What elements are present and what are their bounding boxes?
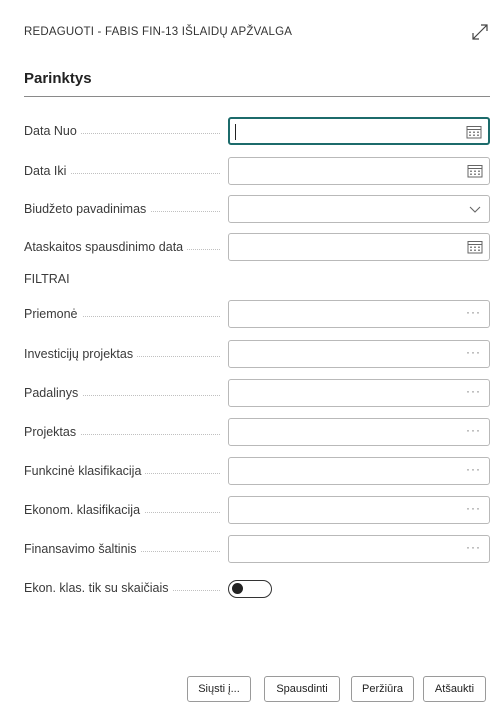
field-label: Priemonė <box>24 307 82 321</box>
calendar-icon[interactable] <box>466 125 482 139</box>
field-row-data-nuo: Data Nuo <box>24 117 490 145</box>
section-divider <box>24 96 490 97</box>
field-label: Data Nuo <box>24 124 81 138</box>
field-label: Ekonom. klasifikacija <box>24 503 145 517</box>
field-row-ekonom: Ekonom. klasifikacija ··· <box>24 496 490 524</box>
section-title: Parinktys <box>24 70 92 87</box>
funkcine-klasifikacija-input[interactable]: ··· <box>228 457 490 485</box>
field-row-investiciju: Investicijų projektas ··· <box>24 340 490 368</box>
field-label: Projektas <box>24 425 81 439</box>
ellipsis-icon[interactable]: ··· <box>466 345 481 359</box>
filters-group-label: FILTRAI <box>24 272 70 286</box>
chevron-down-icon[interactable] <box>467 202 483 216</box>
padalinys-input[interactable]: ··· <box>228 379 490 407</box>
text-caret <box>235 124 236 140</box>
field-row-ekon-klas-toggle: Ekon. klas. tik su skaičiais <box>24 574 490 602</box>
field-row-biudzeto: Biudžeto pavadinimas <box>24 195 490 223</box>
data-nuo-input[interactable] <box>228 117 490 145</box>
finansavimo-saltinis-input[interactable]: ··· <box>228 535 490 563</box>
dialog-title: REDAGUOTI - FABIS FIN-13 IŠLAIDŲ APŽVALG… <box>24 26 293 38</box>
print-button[interactable]: Spausdinti <box>264 676 340 702</box>
priemone-input[interactable]: ··· <box>228 300 490 328</box>
send-to-button[interactable]: Siųsti į... <box>187 676 251 702</box>
calendar-icon[interactable] <box>467 240 483 254</box>
preview-button[interactable]: Peržiūra <box>351 676 414 702</box>
expand-icon[interactable] <box>470 22 490 42</box>
ellipsis-icon[interactable]: ··· <box>466 384 481 398</box>
biudzeto-pavadinimas-select[interactable] <box>228 195 490 223</box>
field-row-priemone: Priemonė ··· <box>24 300 490 328</box>
field-label: Ataskaitos spausdinimo data <box>24 240 188 254</box>
field-row-finansavimo: Finansavimo šaltinis ··· <box>24 535 490 563</box>
field-row-data-iki: Data Iki <box>24 157 490 185</box>
calendar-icon[interactable] <box>467 164 483 178</box>
field-label: Finansavimo šaltinis <box>24 542 141 556</box>
field-label: Ekon. klas. tik su skaičiais <box>24 581 173 595</box>
field-row-padalinys: Padalinys ··· <box>24 379 490 407</box>
field-row-projektas: Projektas ··· <box>24 418 490 446</box>
data-iki-input[interactable] <box>228 157 490 185</box>
field-label: Funkcinė klasifikacija <box>24 464 146 478</box>
investiciju-projektas-input[interactable]: ··· <box>228 340 490 368</box>
field-row-spausdinimo: Ataskaitos spausdinimo data <box>24 233 490 261</box>
projektas-input[interactable]: ··· <box>228 418 490 446</box>
toggle-knob <box>232 583 243 594</box>
cancel-button[interactable]: Atšaukti <box>423 676 486 702</box>
spausdinimo-data-input[interactable] <box>228 233 490 261</box>
field-label: Biudžeto pavadinimas <box>24 202 151 216</box>
ellipsis-icon[interactable]: ··· <box>466 305 481 319</box>
field-label: Padalinys <box>24 386 83 400</box>
ellipsis-icon[interactable]: ··· <box>466 540 481 554</box>
field-label: Investicijų projektas <box>24 347 138 361</box>
ekon-klas-toggle[interactable] <box>228 580 272 598</box>
ellipsis-icon[interactable]: ··· <box>466 462 481 476</box>
ekonom-klasifikacija-input[interactable]: ··· <box>228 496 490 524</box>
ellipsis-icon[interactable]: ··· <box>466 501 481 515</box>
field-row-funkcine: Funkcinė klasifikacija ··· <box>24 457 490 485</box>
field-label: Data Iki <box>24 164 71 178</box>
ellipsis-icon[interactable]: ··· <box>466 423 481 437</box>
